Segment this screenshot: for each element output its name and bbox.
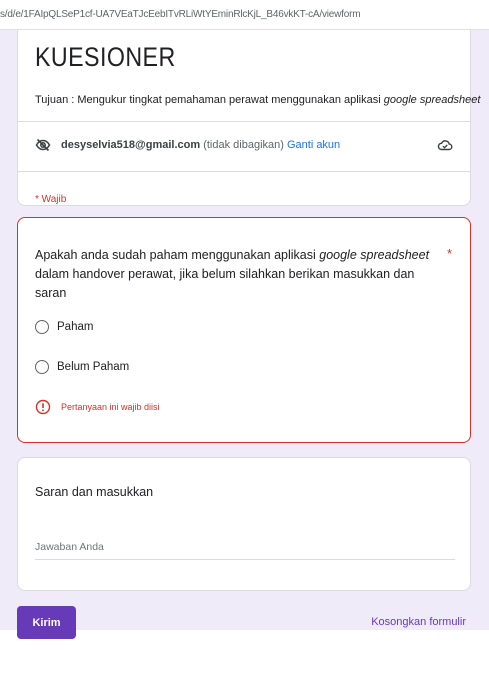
radio-button[interactable] — [35, 320, 49, 334]
required-note: * Wajib — [35, 194, 67, 205]
header-divider — [18, 121, 470, 122]
account-row: desyselvia518@gmail.com (tidak dibagikan… — [35, 137, 453, 155]
account-divider — [18, 171, 470, 172]
clear-form-link[interactable]: Kosongkan formulir — [371, 616, 466, 628]
option-label[interactable]: Paham — [57, 321, 93, 333]
text-question-title: Saran dan masukkan — [35, 485, 154, 499]
radio-button[interactable] — [35, 360, 49, 374]
account-info: desyselvia518@gmail.com (tidak dibagikan… — [61, 139, 340, 151]
form-description-text: Tujuan : Mengukur tingkat pemahaman pera… — [35, 94, 384, 106]
form-header-card: KUESIONER Tujuan : Mengukur tingkat pema… — [17, 30, 480, 206]
text-question-card: Saran dan masukkan — [17, 457, 471, 591]
account-not-shared-note: (tidak dibagikan) — [200, 139, 287, 151]
option-label[interactable]: Belum Paham — [57, 361, 129, 373]
error-text: Pertanyaan ini wajib diisi — [61, 402, 160, 412]
browser-address-bar[interactable]: s/d/e/1FAIpQLSeP1cf-UA7VEaTJcEebITvRLiWt… — [0, 0, 489, 30]
url-text[interactable]: s/d/e/1FAIpQLSeP1cf-UA7VEaTJcEebITvRLiWt… — [0, 9, 361, 20]
submit-button[interactable]: Kirim — [17, 606, 76, 639]
page-bottom — [0, 640, 489, 685]
question-text-italic: google spreadsheet — [319, 248, 430, 262]
question-text-part1: Apakah anda sudah paham menggunakan apli… — [35, 248, 320, 262]
form-title: KUESIONER — [35, 42, 176, 72]
answer-input[interactable] — [35, 534, 455, 560]
switch-account-link[interactable]: Ganti akun — [287, 139, 340, 151]
question-text: Apakah anda sudah paham menggunakan apli… — [35, 246, 435, 303]
form-description: Tujuan : Mengukur tingkat pemahaman pera… — [35, 94, 480, 106]
eye-off-icon — [35, 137, 51, 153]
question-card: Apakah anda sudah paham menggunakan apli… — [17, 217, 471, 443]
cloud-check-icon — [437, 137, 453, 153]
alert-circle-icon — [35, 399, 51, 415]
form-description-italic: google spreadsheet — [383, 94, 481, 106]
account-email: desyselvia518@gmail.com — [61, 139, 201, 151]
required-star: * — [446, 246, 452, 261]
question-text-part2: dalam handover perawat, jika belum silah… — [35, 267, 415, 300]
